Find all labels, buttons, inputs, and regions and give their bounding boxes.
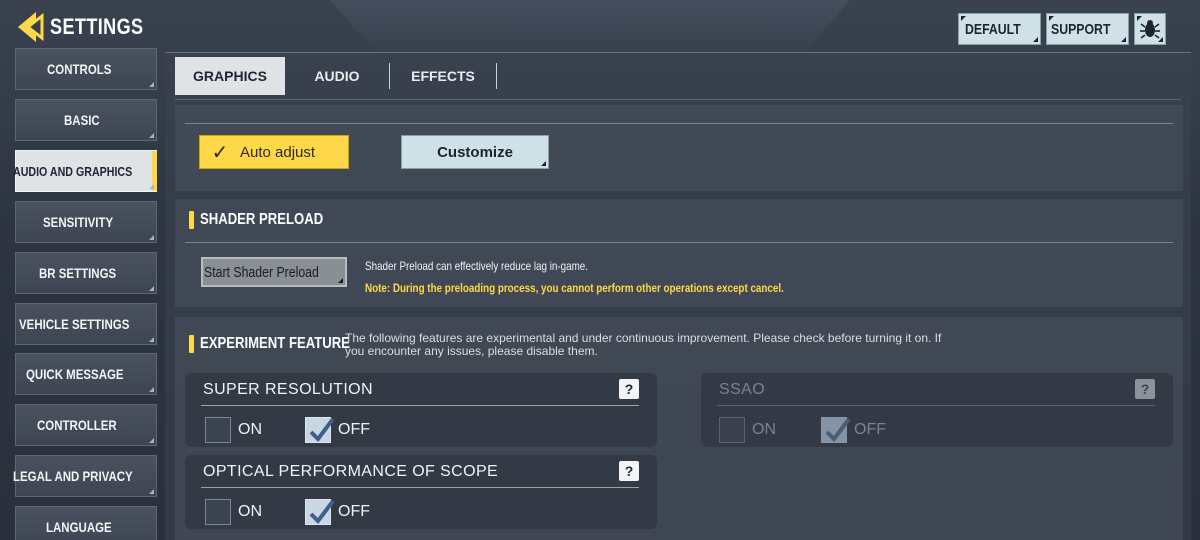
help-icon: ? xyxy=(1135,379,1155,399)
feature-name: SUPER RESOLUTION xyxy=(203,381,373,398)
super-resolution-off-checkbox[interactable]: OFF xyxy=(305,417,370,443)
page-title: SETTINGS xyxy=(50,14,144,39)
bug-report-button[interactable] xyxy=(1134,13,1166,45)
bug-icon xyxy=(1140,20,1160,39)
tabs-divider xyxy=(175,99,1181,100)
checkmark-icon: ✓ xyxy=(211,141,229,164)
section-divider xyxy=(185,123,1173,124)
active-indicator xyxy=(152,151,157,191)
feature-name: SSAO xyxy=(719,381,766,398)
sidebar-item-basic[interactable]: BASIC xyxy=(15,99,157,141)
start-shader-preload-button[interactable]: Start Shader Preload xyxy=(201,257,347,287)
experiment-description: The following features are experimental … xyxy=(345,331,942,358)
checkmark-icon xyxy=(309,417,335,443)
optical-scope-on-checkbox[interactable]: ON xyxy=(205,499,262,525)
sidebar-item-sensitivity[interactable]: SENSITIVITY xyxy=(15,201,157,243)
checkmark-icon xyxy=(309,499,335,525)
optical-scope-off-checkbox[interactable]: OFF xyxy=(305,499,370,525)
graphics-quality-section: ✓ Auto adjust Customize xyxy=(175,105,1183,191)
back-arrow-icon[interactable] xyxy=(14,10,44,44)
help-icon[interactable]: ? xyxy=(619,379,639,399)
ssao-off-checkbox: OFF xyxy=(821,417,886,443)
sidebar-item-vehicle-settings[interactable]: VEHICLE SETTINGS xyxy=(15,303,157,345)
tab-bar: GRAPHICS AUDIO EFFECTS xyxy=(175,57,497,95)
settings-panel: GRAPHICS AUDIO EFFECTS ✓ Auto adjust Cus… xyxy=(165,52,1191,540)
default-button[interactable]: DEFAULT xyxy=(958,13,1041,45)
shader-description: Shader Preload can effectively reduce la… xyxy=(365,259,589,273)
tab-audio[interactable]: AUDIO xyxy=(285,57,389,95)
tab-effects[interactable]: EFFECTS xyxy=(390,57,496,95)
sidebar-item-audio-and-graphics[interactable]: AUDIO AND GRAPHICS xyxy=(13,150,157,192)
super-resolution-on-checkbox[interactable]: ON xyxy=(205,417,262,443)
sidebar-item-br-settings[interactable]: BR SETTINGS xyxy=(15,252,157,294)
auto-adjust-button[interactable]: ✓ Auto adjust xyxy=(199,135,349,169)
help-icon[interactable]: ? xyxy=(619,461,639,481)
support-button[interactable]: SUPPORT xyxy=(1046,13,1129,45)
shader-preload-section: SHADER PRELOAD Start Shader Preload Shad… xyxy=(175,199,1183,307)
shader-note: Note: During the preloading process, you… xyxy=(365,281,784,295)
feature-name: OPTICAL PERFORMANCE OF SCOPE xyxy=(203,463,499,480)
customize-button[interactable]: Customize xyxy=(401,135,549,169)
feature-ssao: SSAO ? ON OFF xyxy=(701,373,1173,447)
tab-divider xyxy=(496,63,497,89)
sidebar-item-legal-and-privacy[interactable]: LEGAL AND PRIVACY xyxy=(13,455,157,497)
sidebar-item-controls[interactable]: CONTROLS xyxy=(15,48,157,90)
feature-super-resolution: SUPER RESOLUTION ? ON OFF xyxy=(185,373,657,447)
background-emblem xyxy=(330,0,850,60)
section-title: SHADER PRELOAD xyxy=(189,211,350,229)
feature-optical-performance-of-scope: OPTICAL PERFORMANCE OF SCOPE ? ON OFF xyxy=(185,455,657,529)
sidebar-item-language[interactable]: LANGUAGE xyxy=(15,506,157,540)
tab-graphics[interactable]: GRAPHICS xyxy=(175,57,285,95)
checkmark-icon xyxy=(825,417,851,443)
section-divider xyxy=(185,242,1173,243)
experiment-feature-section: EXPERIMENT FEATURE The following feature… xyxy=(175,317,1183,540)
sidebar-item-quick-message[interactable]: QUICK MESSAGE xyxy=(15,353,157,395)
sidebar-item-controller[interactable]: CONTROLLER xyxy=(15,404,157,446)
ssao-on-checkbox: ON xyxy=(719,417,776,443)
